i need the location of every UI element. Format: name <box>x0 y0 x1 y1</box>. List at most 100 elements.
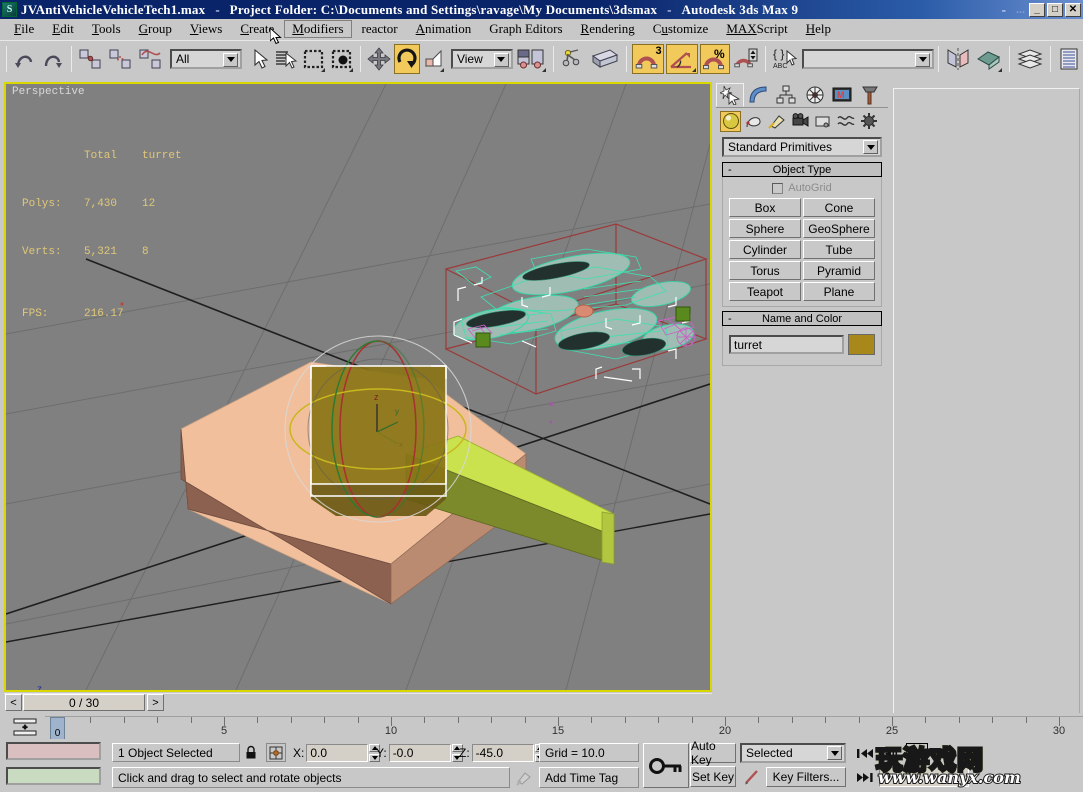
chevron-down-icon[interactable] <box>494 53 509 67</box>
create-sphere-button[interactable]: Sphere <box>729 219 801 238</box>
category-cameras[interactable] <box>789 111 810 132</box>
window-crossing-button[interactable] <box>329 44 355 74</box>
percent-snap-toggle-button[interactable]: % <box>700 44 730 74</box>
add-time-tag-button[interactable]: Add Time Tag <box>539 767 639 788</box>
menu-edit[interactable]: Edit <box>44 20 82 38</box>
chevron-down-icon[interactable] <box>223 53 238 67</box>
minimize-button[interactable]: _ <box>1029 3 1045 17</box>
mirror-button[interactable] <box>589 44 621 74</box>
category-geometry[interactable] <box>720 111 741 132</box>
layer-manager-button[interactable] <box>1015 44 1045 74</box>
create-teapot-button[interactable]: Teapot <box>729 282 801 301</box>
category-systems[interactable] <box>858 111 879 132</box>
tab-utilities[interactable] <box>856 83 884 107</box>
menu-animation[interactable]: Animation <box>408 20 480 38</box>
reference-coordinate-system-dropdown[interactable]: View <box>451 49 513 69</box>
autogrid-checkbox[interactable] <box>772 183 783 194</box>
redo-button[interactable] <box>40 44 66 74</box>
go-to-end-button[interactable] <box>855 768 875 787</box>
rectangular-selection-region-button[interactable] <box>301 44 327 74</box>
selection-filter-dropdown[interactable]: All <box>170 49 242 69</box>
named-selection-sets-button[interactable]: { } ABC <box>771 44 799 74</box>
menu-modifiers[interactable]: Modifiers <box>284 20 351 38</box>
create-torus-button[interactable]: Torus <box>729 261 801 280</box>
adaptive-degradation-toggle[interactable] <box>514 768 534 787</box>
y-coordinate-spinner[interactable]: Y: -0.0 <box>373 743 463 762</box>
category-helpers[interactable] <box>812 111 833 132</box>
set-key-toggle-button[interactable] <box>643 743 689 788</box>
create-pyramid-button[interactable]: Pyramid <box>803 261 875 280</box>
create-geosphere-button[interactable]: GeoSphere <box>803 219 875 238</box>
tab-display[interactable]: M <box>828 83 856 107</box>
next-frame-button[interactable] <box>931 744 951 763</box>
time-slider-next-button[interactable]: > <box>147 694 164 711</box>
select-and-rotate-button[interactable] <box>394 44 420 74</box>
create-cone-button[interactable]: Cone <box>803 198 875 217</box>
use-pivot-point-center-button[interactable] <box>514 44 548 74</box>
select-and-manipulate-button[interactable] <box>559 44 587 74</box>
key-mode-dropdown[interactable]: Selected <box>740 743 846 763</box>
time-slider-frame-field[interactable]: 0 / 30 <box>23 694 145 711</box>
menu-tools[interactable]: Tools <box>84 20 129 38</box>
tab-create[interactable] <box>716 83 744 107</box>
menu-graph-editors[interactable]: Graph Editors <box>481 20 570 38</box>
rollout-name-and-color-header[interactable]: - Name and Color <box>722 311 882 326</box>
absolute-relative-transform-toggle[interactable] <box>266 743 286 762</box>
menu-file[interactable]: File <box>6 20 42 38</box>
menu-customize[interactable]: Customize <box>645 20 717 38</box>
chevron-down-icon[interactable] <box>915 53 930 67</box>
category-lights[interactable] <box>766 111 787 132</box>
x-coordinate-spinner[interactable]: X: 0.0 <box>290 743 380 762</box>
menu-maxscript[interactable]: MAXScript <box>718 20 795 38</box>
x-input[interactable]: 0.0 <box>306 744 368 762</box>
previous-frame-button[interactable] <box>881 744 901 763</box>
rollout-object-type-header[interactable]: - Object Type <box>722 162 882 177</box>
menu-views[interactable]: Views <box>182 20 230 38</box>
menu-reactor[interactable]: reactor <box>354 20 406 38</box>
object-color-swatch[interactable] <box>848 334 875 355</box>
track-bar-ruler[interactable]: 510152025300 <box>45 716 1083 739</box>
chevron-down-icon[interactable] <box>827 746 842 760</box>
z-input[interactable]: -45.0 <box>472 744 534 762</box>
y-input[interactable]: -0.0 <box>389 744 451 762</box>
align-button[interactable] <box>974 44 1004 74</box>
create-plane-button[interactable]: Plane <box>803 282 875 301</box>
selection-lock-toggle[interactable] <box>242 744 260 761</box>
auto-key-button[interactable]: Auto Key <box>690 743 736 763</box>
menu-group[interactable]: Group <box>131 20 180 38</box>
mini-listener-top[interactable] <box>6 742 101 760</box>
object-name-input[interactable]: turret <box>729 335 844 354</box>
create-cylinder-button[interactable]: Cylinder <box>729 240 801 259</box>
select-by-name-button[interactable] <box>273 44 299 74</box>
track-bar-open-mini-curve-editor[interactable] <box>10 716 40 738</box>
mini-listener-bottom[interactable] <box>6 767 101 785</box>
category-space-warps[interactable] <box>835 111 856 132</box>
snaps-toggle-button[interactable]: 3 <box>632 44 664 74</box>
select-and-scale-button[interactable] <box>422 44 446 74</box>
unlink-selection-button[interactable] <box>107 44 135 74</box>
close-button[interactable]: ✕ <box>1065 3 1081 17</box>
time-slider[interactable]: < 0 / 30 > <box>4 693 712 713</box>
tab-modify[interactable] <box>744 83 772 107</box>
time-slider-prev-button[interactable]: < <box>5 694 22 711</box>
maximize-button[interactable]: □ <box>1047 3 1063 17</box>
bind-to-space-warp-button[interactable] <box>137 44 165 74</box>
track-bar-playhead[interactable]: 0 <box>50 717 65 739</box>
perspective-viewport[interactable]: z y x z y x Perspective Total turret <box>4 82 712 692</box>
select-and-move-button[interactable] <box>366 44 392 74</box>
play-animation-button[interactable] <box>906 743 928 763</box>
create-tube-button[interactable]: Tube <box>803 240 875 259</box>
undo-button[interactable] <box>12 44 38 74</box>
autogrid-row[interactable]: AutoGrid <box>725 180 879 196</box>
viewport-label[interactable]: Perspective <box>12 86 85 98</box>
current-frame-input[interactable]: 0 <box>879 767 969 787</box>
tab-hierarchy[interactable] <box>772 83 800 107</box>
max-app-icon[interactable]: S <box>2 2 17 17</box>
create-box-button[interactable]: Box <box>729 198 801 217</box>
menu-rendering[interactable]: Rendering <box>573 20 643 38</box>
menu-help[interactable]: Help <box>798 20 839 38</box>
curve-editor-button[interactable] <box>1056 44 1082 74</box>
category-shapes[interactable] <box>743 111 764 132</box>
select-and-link-button[interactable] <box>77 44 105 74</box>
select-object-button[interactable] <box>248 44 271 74</box>
